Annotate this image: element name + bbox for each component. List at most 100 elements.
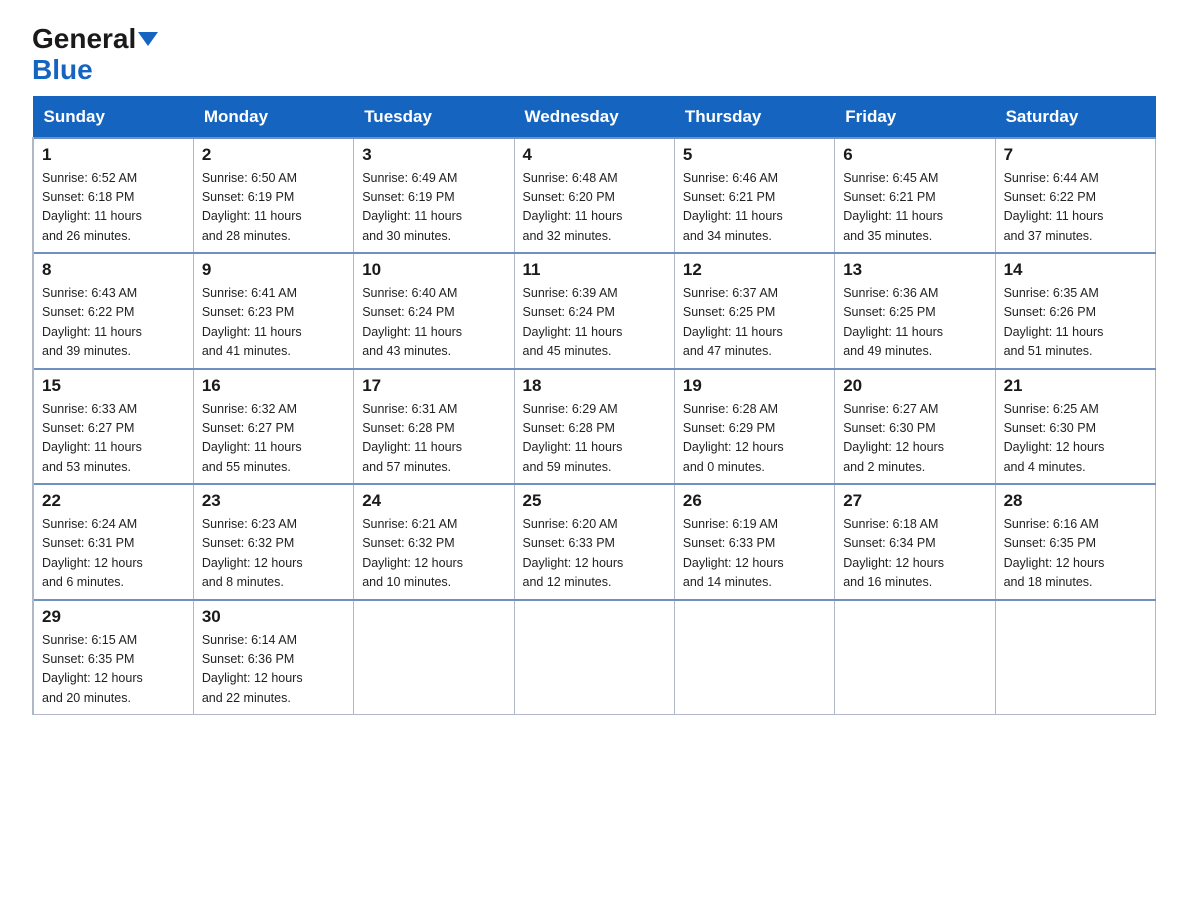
weekday-header-wednesday: Wednesday	[514, 96, 674, 138]
week-row-4: 22Sunrise: 6:24 AMSunset: 6:31 PMDayligh…	[33, 484, 1156, 600]
logo-blue-text: Blue	[32, 55, 93, 86]
day-number: 12	[683, 260, 826, 280]
page-header: General Blue	[32, 24, 1156, 86]
day-info: Sunrise: 6:49 AMSunset: 6:19 PMDaylight:…	[362, 169, 505, 247]
day-number: 10	[362, 260, 505, 280]
calendar-cell: 26 Sunrise: 6:19 AMSunset: 6:33 PMDayligh…	[674, 484, 834, 600]
calendar-cell: 7 Sunrise: 6:44 AMSunset: 6:22 PMDaylight…	[995, 138, 1155, 254]
calendar-cell: 22Sunrise: 6:24 AMSunset: 6:31 PMDayligh…	[33, 484, 193, 600]
week-row-5: 29 Sunrise: 6:15 AMSunset: 6:35 PMDayligh…	[33, 600, 1156, 715]
day-number: 17	[362, 376, 505, 396]
day-info: Sunrise: 6:16 AMSunset: 6:35 PMDaylight:…	[1004, 515, 1147, 593]
day-info: Sunrise: 6:14 AMSunset: 6:36 PMDaylight:…	[202, 631, 345, 709]
day-info: Sunrise: 6:44 AMSunset: 6:22 PMDaylight:…	[1004, 169, 1147, 247]
day-number: 22	[42, 491, 185, 511]
day-info: Sunrise: 6:29 AMSunset: 6:28 PMDaylight:…	[523, 400, 666, 478]
calendar-cell: 12 Sunrise: 6:37 AMSunset: 6:25 PMDayligh…	[674, 253, 834, 369]
day-number: 11	[523, 260, 666, 280]
day-info: Sunrise: 6:33 AMSunset: 6:27 PMDaylight:…	[42, 400, 185, 478]
calendar-cell: 6Sunrise: 6:45 AMSunset: 6:21 PMDaylight…	[835, 138, 995, 254]
calendar-cell: 18 Sunrise: 6:29 AMSunset: 6:28 PMDayligh…	[514, 369, 674, 485]
day-number: 19	[683, 376, 826, 396]
day-info: Sunrise: 6:37 AMSunset: 6:25 PMDaylight:…	[683, 284, 826, 362]
day-info: Sunrise: 6:52 AMSunset: 6:18 PMDaylight:…	[42, 169, 185, 247]
day-info: Sunrise: 6:18 AMSunset: 6:34 PMDaylight:…	[843, 515, 986, 593]
day-number: 1	[42, 145, 185, 165]
day-info: Sunrise: 6:41 AMSunset: 6:23 PMDaylight:…	[202, 284, 345, 362]
day-info: Sunrise: 6:32 AMSunset: 6:27 PMDaylight:…	[202, 400, 345, 478]
calendar-cell: 1 Sunrise: 6:52 AMSunset: 6:18 PMDaylight…	[33, 138, 193, 254]
day-number: 6	[843, 145, 986, 165]
calendar-cell: 23Sunrise: 6:23 AMSunset: 6:32 PMDayligh…	[193, 484, 353, 600]
day-info: Sunrise: 6:39 AMSunset: 6:24 PMDaylight:…	[523, 284, 666, 362]
calendar-cell: 9Sunrise: 6:41 AMSunset: 6:23 PMDaylight…	[193, 253, 353, 369]
calendar-cell: 30 Sunrise: 6:14 AMSunset: 6:36 PMDayligh…	[193, 600, 353, 715]
calendar-cell: 20 Sunrise: 6:27 AMSunset: 6:30 PMDayligh…	[835, 369, 995, 485]
calendar-cell: 27 Sunrise: 6:18 AMSunset: 6:34 PMDayligh…	[835, 484, 995, 600]
day-number: 7	[1004, 145, 1147, 165]
weekday-header-row: SundayMondayTuesdayWednesdayThursdayFrid…	[33, 96, 1156, 138]
weekday-header-monday: Monday	[193, 96, 353, 138]
day-info: Sunrise: 6:43 AMSunset: 6:22 PMDaylight:…	[42, 284, 185, 362]
calendar-cell	[354, 600, 514, 715]
calendar-cell	[674, 600, 834, 715]
logo-blue: Blue	[32, 54, 93, 85]
calendar-cell: 11 Sunrise: 6:39 AMSunset: 6:24 PMDayligh…	[514, 253, 674, 369]
calendar-cell: 25Sunrise: 6:20 AMSunset: 6:33 PMDayligh…	[514, 484, 674, 600]
calendar-cell: 3 Sunrise: 6:49 AMSunset: 6:19 PMDaylight…	[354, 138, 514, 254]
calendar-cell: 29 Sunrise: 6:15 AMSunset: 6:35 PMDayligh…	[33, 600, 193, 715]
weekday-header-sunday: Sunday	[33, 96, 193, 138]
weekday-header-saturday: Saturday	[995, 96, 1155, 138]
day-info: Sunrise: 6:50 AMSunset: 6:19 PMDaylight:…	[202, 169, 345, 247]
day-number: 3	[362, 145, 505, 165]
day-number: 2	[202, 145, 345, 165]
calendar-cell: 17 Sunrise: 6:31 AMSunset: 6:28 PMDayligh…	[354, 369, 514, 485]
day-info: Sunrise: 6:21 AMSunset: 6:32 PMDaylight:…	[362, 515, 505, 593]
day-number: 28	[1004, 491, 1147, 511]
calendar-table: SundayMondayTuesdayWednesdayThursdayFrid…	[32, 96, 1156, 716]
calendar-cell: 10Sunrise: 6:40 AMSunset: 6:24 PMDayligh…	[354, 253, 514, 369]
logo-text: General	[32, 24, 158, 55]
day-info: Sunrise: 6:20 AMSunset: 6:33 PMDaylight:…	[523, 515, 666, 593]
day-number: 21	[1004, 376, 1147, 396]
day-number: 29	[42, 607, 185, 627]
weekday-header-tuesday: Tuesday	[354, 96, 514, 138]
calendar-cell: 28 Sunrise: 6:16 AMSunset: 6:35 PMDayligh…	[995, 484, 1155, 600]
calendar-cell: 13Sunrise: 6:36 AMSunset: 6:25 PMDayligh…	[835, 253, 995, 369]
weekday-header-thursday: Thursday	[674, 96, 834, 138]
week-row-1: 1 Sunrise: 6:52 AMSunset: 6:18 PMDaylight…	[33, 138, 1156, 254]
logo-general: General	[32, 23, 136, 54]
calendar-cell: 5 Sunrise: 6:46 AMSunset: 6:21 PMDaylight…	[674, 138, 834, 254]
day-number: 20	[843, 376, 986, 396]
day-info: Sunrise: 6:35 AMSunset: 6:26 PMDaylight:…	[1004, 284, 1147, 362]
day-info: Sunrise: 6:31 AMSunset: 6:28 PMDaylight:…	[362, 400, 505, 478]
calendar-cell	[514, 600, 674, 715]
calendar-cell: 14 Sunrise: 6:35 AMSunset: 6:26 PMDayligh…	[995, 253, 1155, 369]
weekday-header-friday: Friday	[835, 96, 995, 138]
calendar-cell: 21 Sunrise: 6:25 AMSunset: 6:30 PMDayligh…	[995, 369, 1155, 485]
day-info: Sunrise: 6:15 AMSunset: 6:35 PMDaylight:…	[42, 631, 185, 709]
day-number: 23	[202, 491, 345, 511]
day-number: 26	[683, 491, 826, 511]
day-info: Sunrise: 6:25 AMSunset: 6:30 PMDaylight:…	[1004, 400, 1147, 478]
day-number: 24	[362, 491, 505, 511]
day-info: Sunrise: 6:19 AMSunset: 6:33 PMDaylight:…	[683, 515, 826, 593]
day-number: 18	[523, 376, 666, 396]
day-number: 8	[42, 260, 185, 280]
calendar-cell	[835, 600, 995, 715]
calendar-cell: 4Sunrise: 6:48 AMSunset: 6:20 PMDaylight…	[514, 138, 674, 254]
calendar-cell	[995, 600, 1155, 715]
logo-triangle-icon	[138, 32, 158, 46]
day-number: 27	[843, 491, 986, 511]
week-row-2: 8 Sunrise: 6:43 AMSunset: 6:22 PMDaylight…	[33, 253, 1156, 369]
day-number: 5	[683, 145, 826, 165]
calendar-cell: 2 Sunrise: 6:50 AMSunset: 6:19 PMDaylight…	[193, 138, 353, 254]
day-info: Sunrise: 6:27 AMSunset: 6:30 PMDaylight:…	[843, 400, 986, 478]
day-info: Sunrise: 6:28 AMSunset: 6:29 PMDaylight:…	[683, 400, 826, 478]
calendar-cell: 24 Sunrise: 6:21 AMSunset: 6:32 PMDayligh…	[354, 484, 514, 600]
calendar-cell: 15Sunrise: 6:33 AMSunset: 6:27 PMDayligh…	[33, 369, 193, 485]
day-number: 14	[1004, 260, 1147, 280]
day-info: Sunrise: 6:48 AMSunset: 6:20 PMDaylight:…	[523, 169, 666, 247]
day-number: 30	[202, 607, 345, 627]
day-info: Sunrise: 6:46 AMSunset: 6:21 PMDaylight:…	[683, 169, 826, 247]
